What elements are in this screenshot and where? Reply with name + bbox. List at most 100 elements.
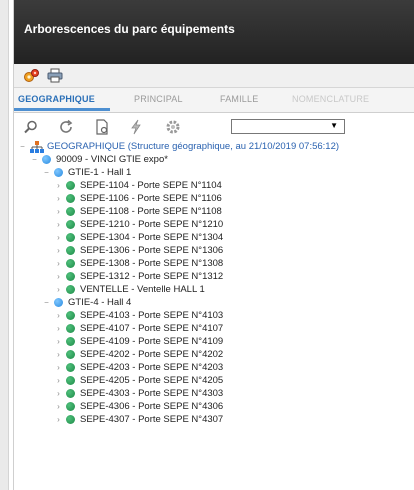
equipment-node-icon xyxy=(66,194,75,203)
equipment-node[interactable]: › SEPE-1106 - Porte SEPE N°1106 xyxy=(54,192,222,205)
expand-icon[interactable]: › xyxy=(54,259,63,268)
left-edge-strip xyxy=(0,0,9,490)
group-node-icon xyxy=(54,298,63,307)
equipment-node-label: SEPE-1306 - Porte SEPE N°1306 xyxy=(80,245,224,256)
document-icon[interactable] xyxy=(93,118,111,136)
hierarchy-icon xyxy=(30,140,44,153)
equipment-node[interactable]: › SEPE-4205 - Porte SEPE N°4205 xyxy=(54,374,223,387)
collapse-icon[interactable]: − xyxy=(30,155,39,164)
site-node-label: 90009 - VINCI GTIE expo* xyxy=(56,154,168,165)
equipment-node[interactable]: › SEPE-4303 - Porte SEPE N°4303 xyxy=(54,387,223,400)
expand-icon[interactable]: › xyxy=(54,350,63,359)
lightning-icon[interactable] xyxy=(127,118,145,136)
equipment-node-icon xyxy=(66,415,75,424)
expand-icon[interactable]: › xyxy=(54,363,63,372)
equipment-node[interactable]: › SEPE-1210 - Porte SEPE N°1210 xyxy=(54,218,223,231)
expand-icon[interactable]: › xyxy=(54,246,63,255)
equipment-node[interactable]: › SEPE-4202 - Porte SEPE N°4202 xyxy=(54,348,223,361)
tree-tools: ▼ xyxy=(14,116,414,138)
equipment-node-icon xyxy=(66,376,75,385)
print-icon[interactable] xyxy=(46,67,64,84)
expand-icon[interactable]: › xyxy=(54,337,63,346)
group-node-label: GTIE-4 - Hall 4 xyxy=(68,297,132,308)
expand-icon[interactable]: › xyxy=(54,272,63,281)
equipment-tree-panel: Arborescences du parc équipements GEOGRA… xyxy=(13,0,414,490)
equipment-node-icon xyxy=(66,285,75,294)
collapse-icon[interactable]: − xyxy=(42,298,51,307)
expand-icon[interactable]: › xyxy=(54,324,63,333)
equipment-node-label: SEPE-1104 - Porte SEPE N°1104 xyxy=(80,180,222,191)
equipment-node-icon xyxy=(66,181,75,190)
equipment-node[interactable]: › VENTELLE - Ventelle HALL 1 xyxy=(54,283,205,296)
settings-icon[interactable] xyxy=(164,118,182,136)
equipment-node[interactable]: › SEPE-1308 - Porte SEPE N°1308 xyxy=(54,257,223,270)
group-node[interactable]: − GTIE-1 - Hall 1 xyxy=(42,166,131,179)
equipment-node-icon xyxy=(66,337,75,346)
equipment-node-label: SEPE-1106 - Porte SEPE N°1106 xyxy=(80,193,222,204)
collapse-icon[interactable]: − xyxy=(18,142,27,151)
expand-icon[interactable]: › xyxy=(54,311,63,320)
refresh-icon[interactable] xyxy=(57,118,75,136)
expand-icon[interactable]: › xyxy=(54,402,63,411)
chevron-down-icon: ▼ xyxy=(330,121,338,130)
equipment-node[interactable]: › SEPE-1306 - Porte SEPE N°1306 xyxy=(54,244,223,257)
group-node[interactable]: − GTIE-4 - Hall 4 xyxy=(42,296,131,309)
equipment-node-label: SEPE-4205 - Porte SEPE N°4205 xyxy=(80,375,224,386)
equipment-node-label: SEPE-4303 - Porte SEPE N°4303 xyxy=(80,388,224,399)
panel-title: Arborescences du parc équipements xyxy=(24,22,235,36)
equipment-node-icon xyxy=(66,233,75,242)
equipment-node[interactable]: › SEPE-1312 - Porte SEPE N°1312 xyxy=(54,270,223,283)
active-tab-indicator xyxy=(14,108,110,111)
expand-icon[interactable]: › xyxy=(54,389,63,398)
equipment-node-icon xyxy=(66,220,75,229)
equipment-node-icon xyxy=(66,207,75,216)
equipment-node[interactable]: › SEPE-4307 - Porte SEPE N°4307 xyxy=(54,413,223,426)
equipment-node-label: SEPE-4109 - Porte SEPE N°4109 xyxy=(80,336,224,347)
equipment-node-icon xyxy=(66,259,75,268)
collapse-icon[interactable]: − xyxy=(42,168,51,177)
gears-icon[interactable] xyxy=(22,67,40,84)
expand-icon[interactable]: › xyxy=(54,233,63,242)
expand-icon[interactable]: › xyxy=(54,285,63,294)
expand-icon[interactable]: › xyxy=(54,376,63,385)
tree-root-node[interactable]: − GEOGRAPHIQUE (Structure géographique, … xyxy=(18,140,339,153)
toolbar xyxy=(14,64,414,88)
equipment-node[interactable]: › SEPE-4203 - Porte SEPE N°4203 xyxy=(54,361,223,374)
equipment-node-label: SEPE-4306 - Porte SEPE N°4306 xyxy=(80,401,224,412)
expand-icon[interactable]: › xyxy=(54,415,63,424)
filter-select[interactable]: ▼ xyxy=(231,119,345,134)
equipment-node[interactable]: › SEPE-1304 - Porte SEPE N°1304 xyxy=(54,231,223,244)
equipment-node-label: SEPE-4202 - Porte SEPE N°4202 xyxy=(80,349,224,360)
tab-nomenclature[interactable]: NOMENCLATURE xyxy=(292,94,369,104)
equipment-node-label: VENTELLE - Ventelle HALL 1 xyxy=(80,284,205,295)
equipment-node[interactable]: › SEPE-4103 - Porte SEPE N°4103 xyxy=(54,309,223,322)
equipment-node-label: SEPE-4307 - Porte SEPE N°4307 xyxy=(80,414,224,425)
tab-geographique[interactable]: GEOGRAPHIQUE xyxy=(18,94,95,104)
search-icon[interactable] xyxy=(22,118,40,136)
equipment-node-label: SEPE-1312 - Porte SEPE N°1312 xyxy=(80,271,224,282)
expand-icon[interactable]: › xyxy=(54,181,63,190)
equipment-node-icon xyxy=(66,389,75,398)
equipment-node-icon xyxy=(66,311,75,320)
equipment-node-icon xyxy=(66,246,75,255)
equipment-node-icon xyxy=(66,402,75,411)
equipment-node-label: SEPE-1308 - Porte SEPE N°1308 xyxy=(80,258,224,269)
equipment-node[interactable]: › SEPE-4109 - Porte SEPE N°4109 xyxy=(54,335,223,348)
equipment-node-label: SEPE-4107 - Porte SEPE N°4107 xyxy=(80,323,224,334)
equipment-node[interactable]: › SEPE-4107 - Porte SEPE N°4107 xyxy=(54,322,223,335)
equipment-node-icon xyxy=(66,350,75,359)
expand-icon[interactable]: › xyxy=(54,220,63,229)
tree-root-label: GEOGRAPHIQUE (Structure géographique, au… xyxy=(47,141,340,152)
expand-icon[interactable]: › xyxy=(54,207,63,216)
expand-icon[interactable]: › xyxy=(54,194,63,203)
panel-title-bar: Arborescences du parc équipements xyxy=(14,0,414,64)
equipment-node[interactable]: › SEPE-1104 - Porte SEPE N°1104 xyxy=(54,179,222,192)
equipment-node-label: SEPE-1210 - Porte SEPE N°1210 xyxy=(80,219,224,230)
site-node[interactable]: − 90009 - VINCI GTIE expo* xyxy=(30,153,168,166)
tab-famille[interactable]: FAMILLE xyxy=(220,94,258,104)
view-tabs: GEOGRAPHIQUE PRINCIPAL FAMILLE NOMENCLAT… xyxy=(14,88,414,113)
equipment-node[interactable]: › SEPE-1108 - Porte SEPE N°1108 xyxy=(54,205,222,218)
equipment-node[interactable]: › SEPE-4306 - Porte SEPE N°4306 xyxy=(54,400,223,413)
tab-principal[interactable]: PRINCIPAL xyxy=(134,94,183,104)
equipment-node-label: SEPE-4203 - Porte SEPE N°4203 xyxy=(80,362,224,373)
